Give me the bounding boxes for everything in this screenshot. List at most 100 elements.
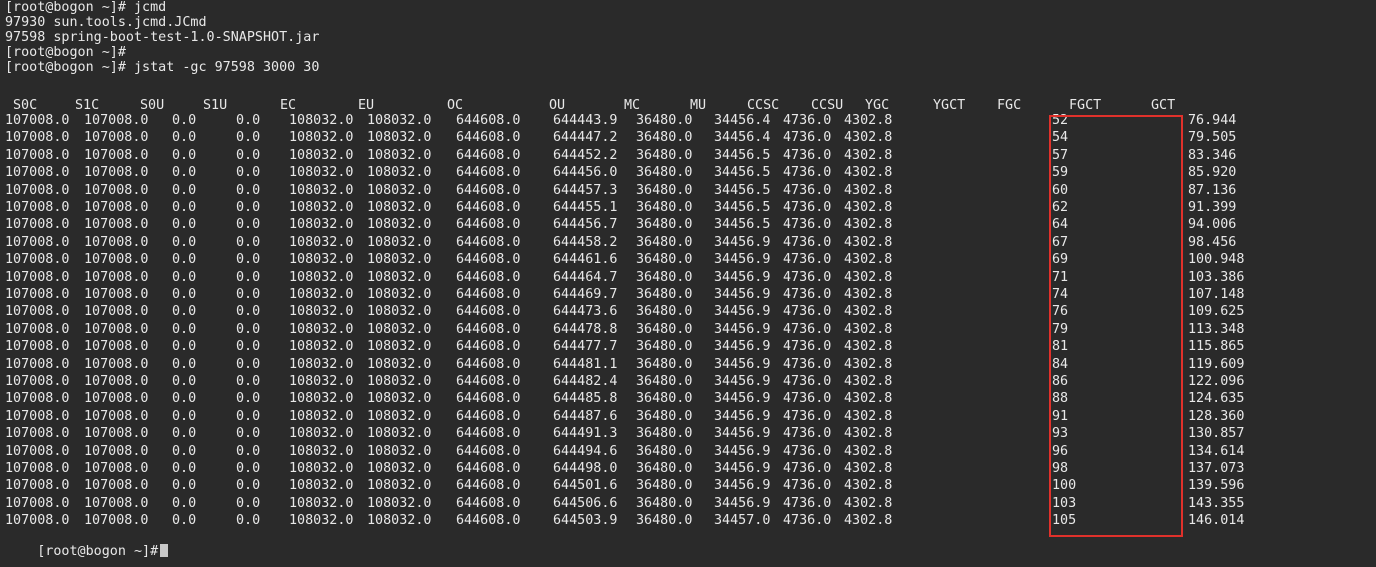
- jstat-cell-oc: 644608.0: [456, 339, 521, 355]
- jstat-cell-s1c: 107008.0: [84, 356, 149, 372]
- jstat-cell-s0c: 107008.0: [5, 287, 70, 302]
- jstat-cell-ccsu: 4302.8: [844, 426, 893, 442]
- jstat-cell-ec: 108032.0: [289, 513, 354, 529]
- jstat-cell-s0u: 0.0: [172, 513, 197, 529]
- jstat-cell-fgc: 52: [1052, 113, 1069, 128]
- jstat-cell-s1c: 107008.0: [84, 252, 149, 268]
- jstat-cell-gct: 115.865: [1188, 339, 1245, 355]
- jstat-cell-ccsc: 4736.0: [783, 478, 832, 494]
- jstat-cell-oc: 644608.0: [456, 130, 521, 146]
- terminal-window[interactable]: [root@bogon ~]# jcmd 97930 sun.tools.jcm…: [0, 0, 1376, 567]
- shell-prompt: [root@bogon ~]#: [37, 544, 159, 560]
- terminal-line: 97930 sun.tools.jcmd.JCmd: [5, 15, 207, 30]
- terminal-prompt-line[interactable]: [root@bogon ~]#: [5, 529, 169, 559]
- jstat-cell-mc: 36480.0: [636, 356, 693, 372]
- jstat-cell-mu: 34456.5: [714, 217, 771, 233]
- jstat-cell-fgc: 74: [1052, 287, 1069, 302]
- jstat-cell-s0u: 0.0: [172, 443, 197, 459]
- jstat-cell-s1c: 107008.0: [84, 426, 149, 442]
- jstat-cell-fgc: 91: [1052, 408, 1069, 424]
- jstat-cell-ccsc: 4736.0: [783, 234, 832, 250]
- jstat-cell-gct: 100.948: [1188, 252, 1245, 268]
- jstat-cell-oc: 644608.0: [456, 304, 521, 320]
- jstat-cell-fgc: 57: [1052, 147, 1069, 163]
- jstat-cell-ccsc: 4736.0: [783, 513, 832, 529]
- jstat-cell-s0u: 0.0: [172, 147, 197, 163]
- jstat-cell-s0c: 107008.0: [5, 182, 70, 198]
- jstat-cell-mu: 34456.9: [714, 374, 771, 389]
- jstat-cell-ec: 108032.0: [289, 426, 354, 442]
- jstat-header-ccsu: CCSU: [811, 98, 844, 113]
- jstat-cell-s1u: 0.0: [236, 426, 261, 442]
- jstat-cell-s1c: 107008.0: [84, 147, 149, 163]
- jstat-cell-s0c: 107008.0: [5, 478, 70, 494]
- jstat-cell-s0u: 0.0: [172, 321, 197, 337]
- jstat-cell-s1c: 107008.0: [84, 495, 149, 511]
- jstat-header-oc: OC: [447, 98, 464, 113]
- jstat-cell-ou: 644506.6: [553, 495, 618, 511]
- jstat-cell-s0u: 0.0: [172, 182, 197, 198]
- jstat-cell-ccsu: 4302.8: [844, 234, 893, 250]
- jstat-header-s0u: S0U: [140, 98, 165, 113]
- jstat-cell-oc: 644608.0: [456, 374, 521, 389]
- jstat-cell-s1u: 0.0: [236, 304, 261, 320]
- terminal-line: [root@bogon ~]# jcmd: [5, 0, 167, 15]
- jstat-cell-mc: 36480.0: [636, 130, 693, 146]
- jstat-header-ccsc: CCSC: [747, 98, 780, 113]
- jstat-cell-mu: 34456.9: [714, 461, 771, 476]
- jstat-header-mc: MC: [624, 98, 641, 113]
- jstat-cell-ou: 644481.1: [553, 356, 618, 372]
- jstat-header-ec: EC: [280, 98, 297, 113]
- jstat-cell-ccsc: 4736.0: [783, 461, 832, 476]
- jstat-cell-mu: 34456.9: [714, 287, 771, 302]
- jstat-cell-oc: 644608.0: [456, 391, 521, 407]
- jstat-cell-s0u: 0.0: [172, 339, 197, 355]
- jstat-cell-s0c: 107008.0: [5, 304, 70, 320]
- jstat-cell-s0c: 107008.0: [5, 339, 70, 355]
- jstat-header-fgc: FGC: [997, 98, 1022, 113]
- jstat-cell-s1u: 0.0: [236, 391, 261, 407]
- jstat-cell-ccsc: 4736.0: [783, 147, 832, 163]
- jstat-cell-eu: 108032.0: [367, 252, 432, 268]
- jstat-cell-mc: 36480.0: [636, 426, 693, 442]
- jstat-cell-ccsc: 4736.0: [783, 374, 832, 389]
- jstat-cell-s0u: 0.0: [172, 217, 197, 233]
- jstat-cell-ccsc: 4736.0: [783, 182, 832, 198]
- jstat-cell-s1u: 0.0: [236, 495, 261, 511]
- jstat-cell-ec: 108032.0: [289, 200, 354, 215]
- jstat-cell-s1c: 107008.0: [84, 478, 149, 494]
- jstat-cell-ec: 108032.0: [289, 165, 354, 181]
- jstat-cell-ccsu: 4302.8: [844, 200, 893, 215]
- jstat-cell-gct: 139.596: [1188, 478, 1245, 494]
- jstat-cell-ec: 108032.0: [289, 113, 354, 128]
- jstat-cell-oc: 644608.0: [456, 182, 521, 198]
- jstat-cell-fgc: 67: [1052, 234, 1069, 250]
- jstat-cell-mu: 34456.9: [714, 252, 771, 268]
- jstat-cell-s1u: 0.0: [236, 217, 261, 233]
- jstat-cell-ccsu: 4302.8: [844, 182, 893, 198]
- jstat-cell-ccsc: 4736.0: [783, 321, 832, 337]
- jstat-header-ou: OU: [549, 98, 566, 113]
- jstat-cell-s1u: 0.0: [236, 234, 261, 250]
- jstat-header-mu: MU: [690, 98, 707, 113]
- jstat-cell-mu: 34456.5: [714, 182, 771, 198]
- jstat-cell-fgc: 60: [1052, 182, 1069, 198]
- jstat-cell-ccsu: 4302.8: [844, 391, 893, 407]
- jstat-cell-gct: 76.944: [1188, 113, 1237, 128]
- jstat-cell-s1c: 107008.0: [84, 374, 149, 389]
- jstat-cell-fgc: 88: [1052, 391, 1069, 407]
- jstat-cell-ccsc: 4736.0: [783, 130, 832, 146]
- jstat-cell-ou: 644503.9: [553, 513, 618, 529]
- jstat-cell-ccsu: 4302.8: [844, 495, 893, 511]
- jstat-header-ygc: YGC: [865, 98, 890, 113]
- jstat-cell-ec: 108032.0: [289, 269, 354, 285]
- jstat-cell-ou: 644455.1: [553, 200, 618, 215]
- jstat-cell-mc: 36480.0: [636, 374, 693, 389]
- jstat-cell-mc: 36480.0: [636, 513, 693, 529]
- jstat-cell-eu: 108032.0: [367, 165, 432, 181]
- jstat-cell-fgc: 93: [1052, 426, 1069, 442]
- jstat-cell-gct: 83.346: [1188, 147, 1237, 163]
- jstat-cell-oc: 644608.0: [456, 147, 521, 163]
- cursor-block[interactable]: [160, 544, 169, 558]
- jstat-cell-s1c: 107008.0: [84, 200, 149, 215]
